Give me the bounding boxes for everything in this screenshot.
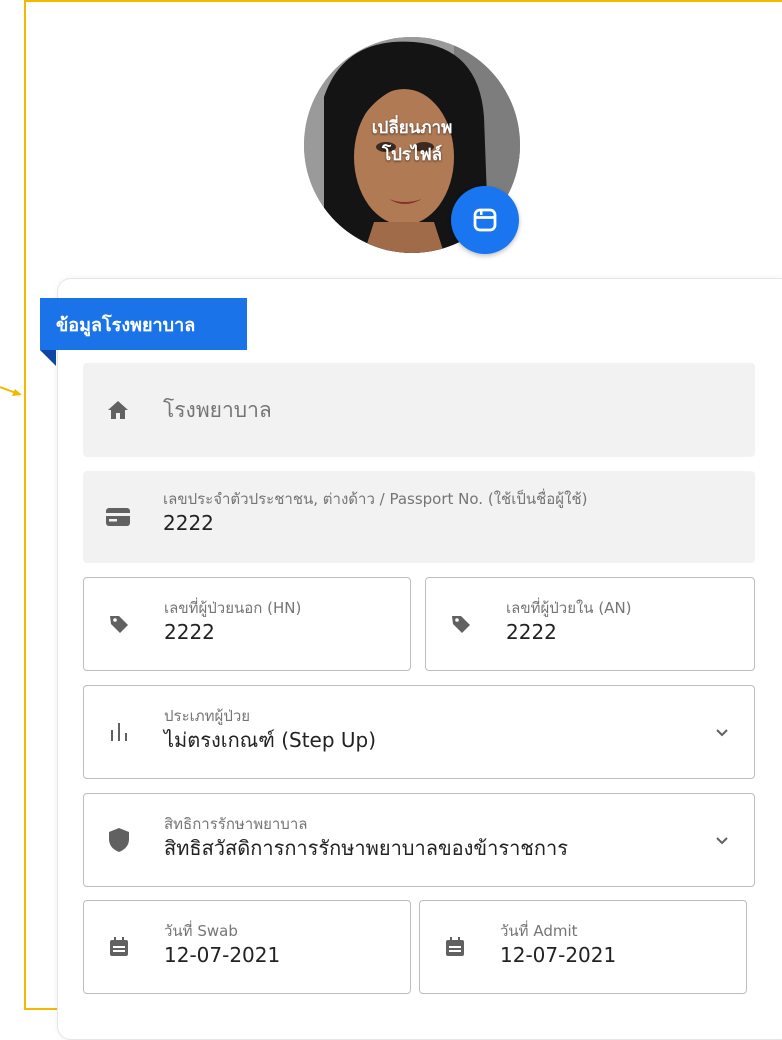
tag-icon xyxy=(448,611,474,637)
change-photo-overlay[interactable]: เปลี่ยนภาพ โปรไฟล์ xyxy=(304,115,520,169)
hospital-placeholder: โรงพยาบาล xyxy=(163,397,272,422)
an-field[interactable]: เลขที่ผู้ป่วยใน (AN) 2222 xyxy=(425,577,755,671)
save-photo-button[interactable] xyxy=(451,186,519,254)
change-photo-line1: เปลี่ยนภาพ xyxy=(371,118,453,138)
save-icon xyxy=(473,208,497,232)
hn-value: 2222 xyxy=(164,620,215,644)
chevron-down-icon xyxy=(716,729,728,737)
coverage-select[interactable]: สิทธิการรักษาพยาบาล สิทธิสวัสดิการการรัก… xyxy=(83,793,755,887)
section-title: ข้อมูลโรงพยาบาล xyxy=(40,298,247,350)
citizen-id-value: 2222 xyxy=(163,511,214,535)
chevron-down-icon xyxy=(716,837,728,845)
patient-type-value: ไม่ตรงเกณฑ์ (Step Up) xyxy=(164,728,377,752)
admit-date-label: วันที่ Admit xyxy=(500,922,578,940)
id-card-icon xyxy=(105,504,131,530)
coverage-label: สิทธิการรักษาพยาบาล xyxy=(164,815,308,833)
patient-type-select[interactable]: ประเภทผู้ป่วย ไม่ตรงเกณฑ์ (Step Up) xyxy=(83,685,755,779)
shield-icon xyxy=(106,827,132,853)
pointer-arrow-icon xyxy=(0,386,22,396)
calendar-icon xyxy=(442,934,468,960)
home-icon xyxy=(105,397,131,423)
swab-date-label: วันที่ Swab xyxy=(164,922,238,940)
bars-icon xyxy=(106,719,132,745)
coverage-value: สิทธิสวัสดิการการรักษาพยาบาลของข้าราชการ xyxy=(164,836,568,860)
swab-date-field[interactable]: วันที่ Swab 12-07-2021 xyxy=(83,900,411,994)
change-photo-line2: โปรไฟล์ xyxy=(381,145,443,165)
hn-label: เลขที่ผู้ป่วยนอก (HN) xyxy=(164,599,302,617)
hospital-field[interactable]: โรงพยาบาล xyxy=(83,363,755,457)
patient-type-label: ประเภทผู้ป่วย xyxy=(164,707,251,725)
citizen-id-field[interactable]: เลขประจำตัวประชาชน, ต่างด้าว / Passport … xyxy=(83,471,755,563)
hn-field[interactable]: เลขที่ผู้ป่วยนอก (HN) 2222 xyxy=(83,577,411,671)
tag-icon xyxy=(106,611,132,637)
profile-avatar[interactable]: เปลี่ยนภาพ โปรไฟล์ xyxy=(304,37,520,254)
swab-date-value: 12-07-2021 xyxy=(164,943,281,967)
citizen-id-label: เลขประจำตัวประชาชน, ต่างด้าว / Passport … xyxy=(163,490,588,508)
ribbon-fold xyxy=(40,350,56,366)
an-value: 2222 xyxy=(506,620,557,644)
admit-date-field[interactable]: วันที่ Admit 12-07-2021 xyxy=(419,900,747,994)
calendar-icon xyxy=(106,934,132,960)
an-label: เลขที่ผู้ป่วยใน (AN) xyxy=(506,599,632,617)
admit-date-value: 12-07-2021 xyxy=(500,943,617,967)
